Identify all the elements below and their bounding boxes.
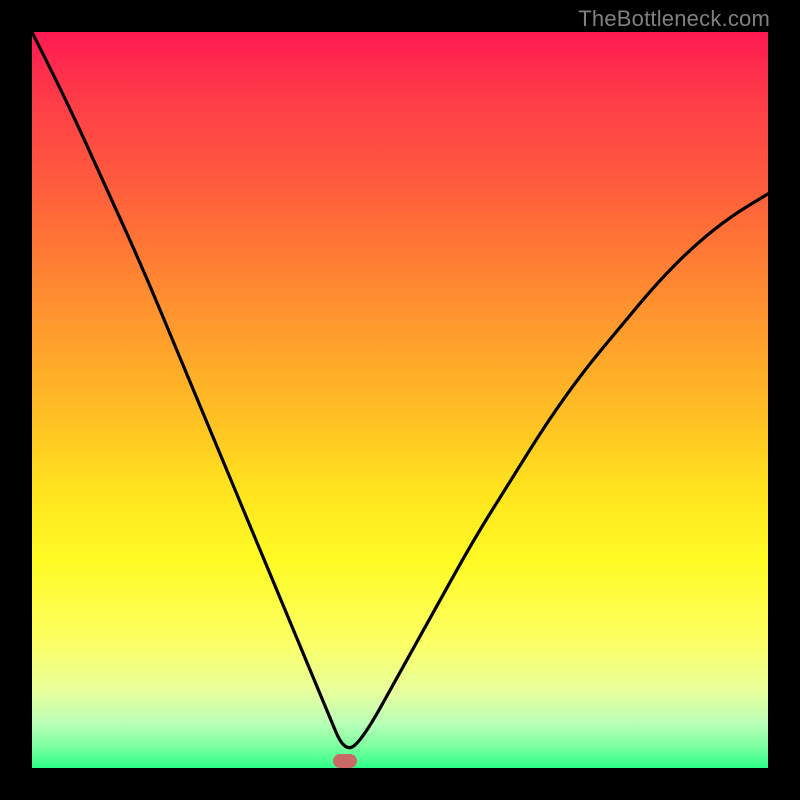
optimal-point-marker bbox=[333, 754, 357, 768]
chart-frame: TheBottleneck.com bbox=[0, 0, 800, 800]
bottleneck-curve bbox=[32, 32, 768, 768]
watermark-text: TheBottleneck.com bbox=[578, 6, 770, 32]
